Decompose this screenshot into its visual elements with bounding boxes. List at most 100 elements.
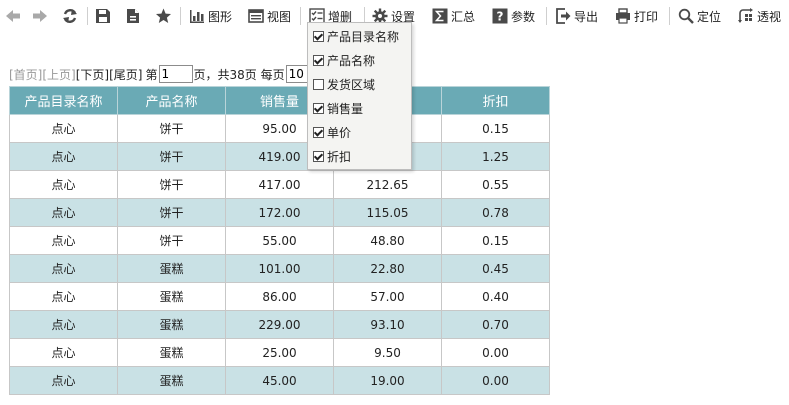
arrow-right-icon — [32, 8, 48, 24]
cell-category: 点心 — [9, 226, 118, 255]
column-menu-label: 折扣 — [327, 149, 352, 164]
column-menu-item[interactable]: 产品名称 — [313, 50, 375, 70]
first-page-link: [首页] — [9, 67, 43, 82]
cell-unit-price: 22.80 — [333, 254, 442, 283]
export-label: 导出 — [574, 9, 599, 24]
column-header-category[interactable]: 产品目录名称 — [9, 86, 118, 115]
cell-product: 蛋糕 — [117, 282, 226, 311]
column-menu-label: 产品名称 — [327, 53, 376, 68]
cell-unit-price: 57.00 — [333, 282, 442, 311]
toolbar-divider — [546, 7, 547, 25]
column-menu-label: 发货区域 — [327, 77, 376, 92]
cell-sales: 101.00 — [225, 254, 334, 283]
pivot-icon — [738, 8, 754, 24]
column-menu-label: 销售量 — [327, 101, 364, 116]
cell-sales: 172.00 — [225, 198, 334, 227]
summary-button[interactable]: 汇总 — [432, 4, 475, 28]
cell-discount: 0.70 — [441, 310, 550, 339]
save-icon — [95, 8, 111, 24]
summary-label: 汇总 — [451, 9, 476, 24]
cell-product: 饼干 — [117, 170, 226, 199]
export-icon — [555, 8, 571, 24]
cell-unit-price: 115.05 — [333, 198, 442, 227]
column-header-product[interactable]: 产品名称 — [117, 86, 226, 115]
pivot-label: 透视 — [757, 9, 782, 24]
print-label: 打印 — [634, 9, 659, 24]
printer-icon — [615, 8, 631, 24]
export-button[interactable]: 导出 — [555, 4, 598, 28]
print-button[interactable]: 打印 — [615, 4, 658, 28]
pager: [首页] [上页] [下页] [尾页] 第 页，共38页 每页 — [9, 64, 333, 84]
forward-button[interactable] — [32, 4, 48, 28]
magnifier-icon — [678, 8, 694, 24]
cell-discount: 0.55 — [441, 170, 550, 199]
sigma-icon — [432, 8, 448, 24]
cell-product: 蛋糕 — [117, 310, 226, 339]
cell-sales: 45.00 — [225, 366, 334, 395]
column-menu-label: 产品目录名称 — [327, 29, 400, 44]
table-row: 点心 蛋糕 86.00 57.00 0.40 — [9, 282, 550, 311]
next-page-link[interactable]: [下页] — [76, 66, 109, 83]
cell-category: 点心 — [9, 142, 118, 171]
refresh-button[interactable] — [62, 4, 78, 28]
table-row: 点心 饼干 55.00 48.80 0.15 — [9, 226, 550, 255]
cell-category: 点心 — [9, 338, 118, 367]
column-menu: 产品目录名称 产品名称 发货区域 销售量 单价 折扣 — [307, 22, 412, 170]
cell-discount: 0.00 — [441, 338, 550, 367]
cell-discount: 0.00 — [441, 366, 550, 395]
params-button[interactable]: ? 参数 — [492, 4, 535, 28]
view-button[interactable]: 视图 — [248, 4, 291, 28]
cell-unit-price: 19.00 — [333, 366, 442, 395]
cell-discount: 0.40 — [441, 282, 550, 311]
page-number-input[interactable] — [158, 65, 193, 83]
cell-product: 蛋糕 — [117, 254, 226, 283]
cell-sales: 86.00 — [225, 282, 334, 311]
locate-label: 定位 — [697, 9, 722, 24]
question-icon: ? — [492, 8, 508, 24]
cell-category: 点心 — [9, 366, 118, 395]
table-header-row: 产品目录名称 产品名称 销售量 单价 折扣 — [9, 86, 550, 115]
column-checkbox[interactable] — [313, 126, 324, 138]
pivot-button[interactable]: 透视 — [738, 4, 781, 28]
column-checkbox[interactable] — [313, 54, 324, 66]
column-menu-item[interactable]: 单价 — [313, 122, 351, 142]
cell-unit-price: 93.10 — [333, 310, 442, 339]
cell-product: 蛋糕 — [117, 366, 226, 395]
locate-button[interactable]: 定位 — [678, 4, 721, 28]
column-checkbox[interactable] — [313, 150, 324, 162]
page-prefix: 第 — [145, 67, 158, 82]
chart-button[interactable]: 图形 — [189, 4, 232, 28]
cell-category: 点心 — [9, 254, 118, 283]
last-page-link[interactable]: [尾页] — [109, 66, 142, 83]
column-checkbox[interactable] — [313, 30, 324, 42]
column-menu-item[interactable]: 折扣 — [313, 146, 351, 166]
svg-text:?: ? — [497, 10, 504, 24]
table-row: 点心 饼干 417.00 212.65 0.55 — [9, 170, 550, 199]
table-row: 点心 饼干 419.00 1.25 — [9, 142, 550, 171]
column-header-discount[interactable]: 折扣 — [441, 86, 550, 115]
save-as-button[interactable] — [125, 4, 141, 28]
cell-discount: 0.15 — [441, 114, 550, 143]
column-menu-item[interactable]: 发货区域 — [313, 74, 375, 94]
table-row: 点心 蛋糕 25.00 9.50 0.00 — [9, 338, 550, 367]
column-checkbox[interactable] — [313, 102, 324, 114]
cell-product: 饼干 — [117, 114, 226, 143]
cell-sales: 229.00 — [225, 310, 334, 339]
favorite-button[interactable] — [155, 4, 172, 28]
view-icon — [248, 8, 264, 24]
toolbar-divider — [300, 7, 301, 25]
cell-product: 饼干 — [117, 226, 226, 255]
cell-discount: 0.15 — [441, 226, 550, 255]
cell-sales: 25.00 — [225, 338, 334, 367]
column-checkbox[interactable] — [313, 78, 324, 90]
back-button[interactable] — [5, 4, 21, 28]
column-menu-item[interactable]: 产品目录名称 — [313, 26, 399, 46]
cell-category: 点心 — [9, 114, 118, 143]
cell-unit-price: 212.65 — [333, 170, 442, 199]
column-menu-item[interactable]: 销售量 — [313, 98, 363, 118]
cell-sales: 55.00 — [225, 226, 334, 255]
cell-discount: 1.25 — [441, 142, 550, 171]
cell-product: 蛋糕 — [117, 338, 226, 367]
params-label: 参数 — [511, 9, 536, 24]
save-button[interactable] — [95, 4, 111, 28]
